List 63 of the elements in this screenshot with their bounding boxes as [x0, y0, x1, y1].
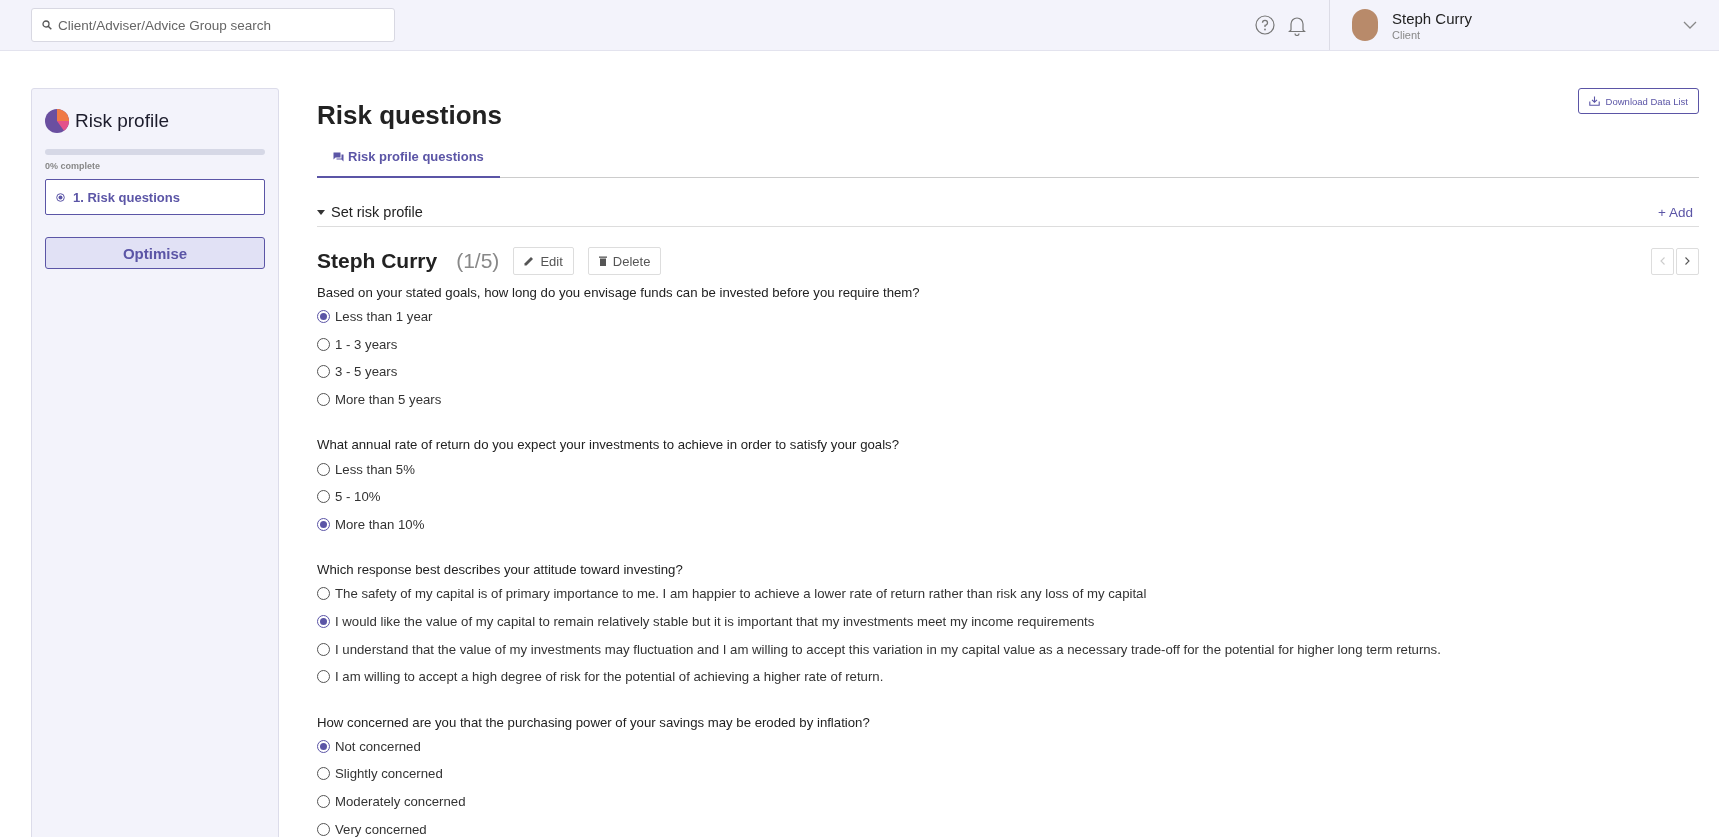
optimise-button[interactable]: Optimise	[45, 237, 265, 269]
option-label[interactable]: More than 5 years	[335, 392, 442, 408]
user-name: Steph Curry	[1392, 9, 1473, 27]
option-label[interactable]: More than 10%	[335, 516, 425, 532]
radio-button[interactable]	[317, 822, 330, 836]
radio-button[interactable]	[317, 739, 330, 753]
record-counter: (1/5)	[456, 249, 500, 273]
option-label[interactable]: I would like the value of my capital to remain relatively stable but it is important that my investments meet my income requirements	[335, 614, 1095, 630]
option-label[interactable]: I am willing to accept a high degree of risk for the potential of achieving a higher rate of return.	[335, 669, 884, 685]
option-label[interactable]: I understand that the value of my investments may fluctuation and I am willing to accept this variation in my capital value as a necessary trade-off for the potential for higher long term returns.	[335, 641, 1441, 657]
trash-icon	[598, 256, 607, 266]
option-label[interactable]: The safety of my capital is of primary importance to me. I am happier to achieve a lower rate of return rather than risk any loss of my capital	[335, 586, 1147, 602]
bullet-icon	[56, 192, 65, 202]
radio-button[interactable]	[317, 670, 330, 684]
delete-button[interactable]: Delete	[587, 247, 662, 275]
page-title: Risk questions	[317, 100, 502, 131]
radio-button[interactable]	[317, 490, 330, 504]
question-text: Which response best describes your attitude toward investing?	[317, 562, 684, 578]
option-label[interactable]: Less than 1 year	[335, 309, 433, 325]
option-label[interactable]: 1 - 3 years	[335, 336, 398, 352]
download-button[interactable]: Download Data List	[1577, 88, 1699, 114]
chevron-right-icon	[1685, 257, 1690, 265]
caret-icon	[317, 209, 325, 215]
search-field[interactable]: Client/Adviser/Advice Group search	[31, 8, 395, 42]
edit-button[interactable]: Edit	[513, 247, 574, 275]
download-icon	[1588, 96, 1600, 106]
radio-button[interactable]	[317, 615, 330, 629]
record-name: Steph Curry	[317, 249, 438, 273]
radio-button[interactable]	[317, 767, 330, 781]
radio-button[interactable]	[317, 310, 330, 324]
option-label[interactable]: 5 - 10%	[335, 489, 381, 505]
option-label[interactable]: Less than 5%	[335, 461, 415, 477]
progress-label: 0% complete	[45, 161, 101, 171]
tab[interactable]: Risk profile questions	[317, 143, 500, 178]
pencil-icon	[524, 256, 535, 266]
radio-button[interactable]	[317, 462, 330, 476]
user-role: Client	[1392, 28, 1421, 41]
question-text: How concerned are you that the purchasing power of your savings may be eroded by inflation?	[317, 714, 871, 730]
radio-button[interactable]	[317, 393, 330, 407]
chevron-down-icon[interactable]	[1683, 21, 1697, 29]
pie-chart-icon	[45, 109, 69, 133]
avatar-placeholder	[1352, 9, 1378, 41]
radio-button[interactable]	[317, 337, 330, 351]
chat-icon	[333, 151, 344, 162]
section-toggle[interactable]: Set risk profile	[317, 204, 423, 220]
chevron-left-icon	[1660, 257, 1665, 265]
question-text: Based on your stated goals, how long do you envisage funds can be invested before you require them?	[317, 285, 921, 300]
radio-button[interactable]	[317, 365, 330, 379]
question-text: What annual rate of return do you expect your investments to achieve in order to satisfy your goals?	[317, 437, 901, 453]
radio-button[interactable]	[317, 517, 330, 531]
add-link[interactable]: + Add	[1658, 204, 1693, 220]
radio-button[interactable]	[317, 795, 330, 808]
option-label[interactable]: 3 - 5 years	[335, 364, 398, 380]
step-item[interactable]: 1. Risk questions	[45, 179, 265, 215]
radio-button[interactable]	[317, 587, 330, 601]
sidebar-title: Risk profile	[75, 110, 169, 132]
radio-button[interactable]	[317, 642, 330, 656]
help-icon[interactable]	[1255, 15, 1275, 35]
option-label[interactable]: Not concerned	[335, 738, 421, 754]
option-label[interactable]: Slightly concerned	[335, 766, 443, 782]
option-label[interactable]: Very concerned	[335, 821, 427, 837]
option-label[interactable]: Moderately concerned	[335, 794, 466, 809]
notification-bell-icon[interactable]	[1287, 14, 1307, 36]
